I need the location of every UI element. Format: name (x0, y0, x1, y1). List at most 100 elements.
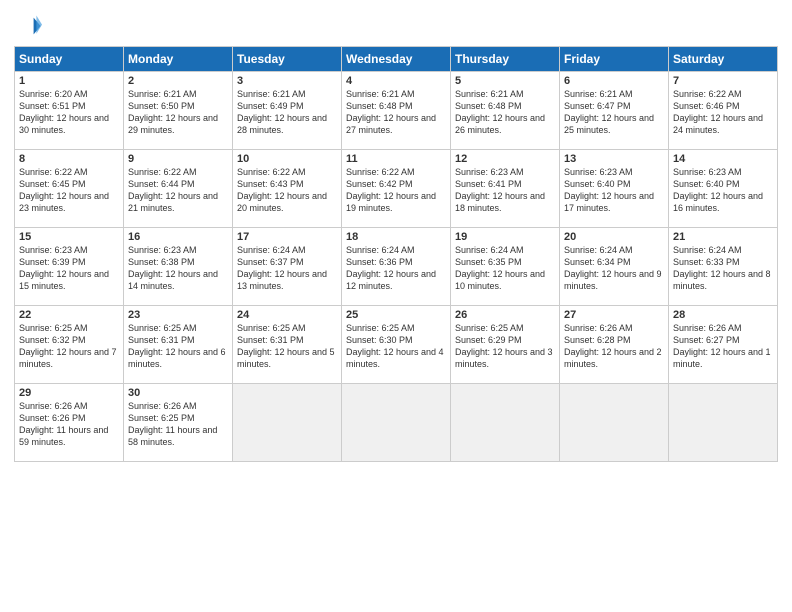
day-number: 2 (128, 75, 228, 87)
calendar-week-1: 1Sunrise: 6:20 AM Sunset: 6:51 PM Daylig… (15, 72, 778, 150)
day-info: Sunrise: 6:25 AM Sunset: 6:32 PM Dayligh… (19, 322, 119, 371)
calendar-week-4: 22Sunrise: 6:25 AM Sunset: 6:32 PM Dayli… (15, 306, 778, 384)
calendar-header-saturday: Saturday (669, 47, 778, 72)
day-info: Sunrise: 6:25 AM Sunset: 6:29 PM Dayligh… (455, 322, 555, 371)
calendar-day: 18Sunrise: 6:24 AM Sunset: 6:36 PM Dayli… (342, 228, 451, 306)
calendar-day: 16Sunrise: 6:23 AM Sunset: 6:38 PM Dayli… (124, 228, 233, 306)
calendar-day: 29Sunrise: 6:26 AM Sunset: 6:26 PM Dayli… (15, 384, 124, 462)
calendar-day: 5Sunrise: 6:21 AM Sunset: 6:48 PM Daylig… (451, 72, 560, 150)
day-number: 21 (673, 231, 773, 243)
day-info: Sunrise: 6:24 AM Sunset: 6:33 PM Dayligh… (673, 244, 773, 293)
calendar-day: 10Sunrise: 6:22 AM Sunset: 6:43 PM Dayli… (233, 150, 342, 228)
calendar-header-sunday: Sunday (15, 47, 124, 72)
day-number: 9 (128, 153, 228, 165)
day-number: 16 (128, 231, 228, 243)
day-number: 10 (237, 153, 337, 165)
day-info: Sunrise: 6:26 AM Sunset: 6:26 PM Dayligh… (19, 400, 119, 449)
calendar-day: 6Sunrise: 6:21 AM Sunset: 6:47 PM Daylig… (560, 72, 669, 150)
calendar-day: 17Sunrise: 6:24 AM Sunset: 6:37 PM Dayli… (233, 228, 342, 306)
calendar-day: 4Sunrise: 6:21 AM Sunset: 6:48 PM Daylig… (342, 72, 451, 150)
day-number: 6 (564, 75, 664, 87)
calendar-day: 30Sunrise: 6:26 AM Sunset: 6:25 PM Dayli… (124, 384, 233, 462)
calendar-day: 26Sunrise: 6:25 AM Sunset: 6:29 PM Dayli… (451, 306, 560, 384)
day-info: Sunrise: 6:22 AM Sunset: 6:42 PM Dayligh… (346, 166, 446, 215)
day-number: 13 (564, 153, 664, 165)
day-number: 18 (346, 231, 446, 243)
calendar-day (451, 384, 560, 462)
day-info: Sunrise: 6:26 AM Sunset: 6:25 PM Dayligh… (128, 400, 228, 449)
day-number: 4 (346, 75, 446, 87)
calendar-day: 14Sunrise: 6:23 AM Sunset: 6:40 PM Dayli… (669, 150, 778, 228)
calendar-week-3: 15Sunrise: 6:23 AM Sunset: 6:39 PM Dayli… (15, 228, 778, 306)
day-number: 12 (455, 153, 555, 165)
day-info: Sunrise: 6:23 AM Sunset: 6:38 PM Dayligh… (128, 244, 228, 293)
day-info: Sunrise: 6:24 AM Sunset: 6:35 PM Dayligh… (455, 244, 555, 293)
day-number: 27 (564, 309, 664, 321)
calendar-day: 22Sunrise: 6:25 AM Sunset: 6:32 PM Dayli… (15, 306, 124, 384)
day-info: Sunrise: 6:26 AM Sunset: 6:28 PM Dayligh… (564, 322, 664, 371)
day-info: Sunrise: 6:25 AM Sunset: 6:31 PM Dayligh… (237, 322, 337, 371)
calendar-day: 11Sunrise: 6:22 AM Sunset: 6:42 PM Dayli… (342, 150, 451, 228)
day-number: 28 (673, 309, 773, 321)
day-number: 23 (128, 309, 228, 321)
calendar-header-wednesday: Wednesday (342, 47, 451, 72)
calendar-day (342, 384, 451, 462)
day-number: 24 (237, 309, 337, 321)
calendar-header-thursday: Thursday (451, 47, 560, 72)
calendar-day: 27Sunrise: 6:26 AM Sunset: 6:28 PM Dayli… (560, 306, 669, 384)
day-number: 19 (455, 231, 555, 243)
calendar-day: 23Sunrise: 6:25 AM Sunset: 6:31 PM Dayli… (124, 306, 233, 384)
day-info: Sunrise: 6:23 AM Sunset: 6:41 PM Dayligh… (455, 166, 555, 215)
calendar-day (233, 384, 342, 462)
calendar-day: 13Sunrise: 6:23 AM Sunset: 6:40 PM Dayli… (560, 150, 669, 228)
calendar-day: 2Sunrise: 6:21 AM Sunset: 6:50 PM Daylig… (124, 72, 233, 150)
calendar-day: 19Sunrise: 6:24 AM Sunset: 6:35 PM Dayli… (451, 228, 560, 306)
calendar-day: 15Sunrise: 6:23 AM Sunset: 6:39 PM Dayli… (15, 228, 124, 306)
day-number: 22 (19, 309, 119, 321)
day-number: 1 (19, 75, 119, 87)
logo (14, 12, 46, 40)
day-number: 15 (19, 231, 119, 243)
day-number: 26 (455, 309, 555, 321)
day-info: Sunrise: 6:23 AM Sunset: 6:39 PM Dayligh… (19, 244, 119, 293)
calendar-day (560, 384, 669, 462)
calendar-day: 9Sunrise: 6:22 AM Sunset: 6:44 PM Daylig… (124, 150, 233, 228)
calendar-day: 20Sunrise: 6:24 AM Sunset: 6:34 PM Dayli… (560, 228, 669, 306)
day-number: 25 (346, 309, 446, 321)
main-container: SundayMondayTuesdayWednesdayThursdayFrid… (0, 0, 792, 612)
calendar-table: SundayMondayTuesdayWednesdayThursdayFrid… (14, 46, 778, 462)
day-number: 5 (455, 75, 555, 87)
calendar-day: 25Sunrise: 6:25 AM Sunset: 6:30 PM Dayli… (342, 306, 451, 384)
calendar-week-5: 29Sunrise: 6:26 AM Sunset: 6:26 PM Dayli… (15, 384, 778, 462)
day-info: Sunrise: 6:23 AM Sunset: 6:40 PM Dayligh… (564, 166, 664, 215)
day-number: 8 (19, 153, 119, 165)
day-info: Sunrise: 6:22 AM Sunset: 6:44 PM Dayligh… (128, 166, 228, 215)
day-info: Sunrise: 6:21 AM Sunset: 6:50 PM Dayligh… (128, 88, 228, 137)
day-info: Sunrise: 6:20 AM Sunset: 6:51 PM Dayligh… (19, 88, 119, 137)
day-info: Sunrise: 6:25 AM Sunset: 6:31 PM Dayligh… (128, 322, 228, 371)
day-info: Sunrise: 6:24 AM Sunset: 6:36 PM Dayligh… (346, 244, 446, 293)
day-info: Sunrise: 6:24 AM Sunset: 6:34 PM Dayligh… (564, 244, 664, 293)
header (14, 12, 778, 40)
day-number: 29 (19, 387, 119, 399)
day-info: Sunrise: 6:24 AM Sunset: 6:37 PM Dayligh… (237, 244, 337, 293)
calendar-day: 21Sunrise: 6:24 AM Sunset: 6:33 PM Dayli… (669, 228, 778, 306)
calendar-week-2: 8Sunrise: 6:22 AM Sunset: 6:45 PM Daylig… (15, 150, 778, 228)
calendar-day: 28Sunrise: 6:26 AM Sunset: 6:27 PM Dayli… (669, 306, 778, 384)
day-info: Sunrise: 6:22 AM Sunset: 6:43 PM Dayligh… (237, 166, 337, 215)
day-number: 30 (128, 387, 228, 399)
day-info: Sunrise: 6:22 AM Sunset: 6:45 PM Dayligh… (19, 166, 119, 215)
day-number: 17 (237, 231, 337, 243)
day-info: Sunrise: 6:21 AM Sunset: 6:48 PM Dayligh… (346, 88, 446, 137)
calendar-day: 12Sunrise: 6:23 AM Sunset: 6:41 PM Dayli… (451, 150, 560, 228)
calendar-header-friday: Friday (560, 47, 669, 72)
day-number: 20 (564, 231, 664, 243)
calendar-day: 3Sunrise: 6:21 AM Sunset: 6:49 PM Daylig… (233, 72, 342, 150)
calendar-day: 24Sunrise: 6:25 AM Sunset: 6:31 PM Dayli… (233, 306, 342, 384)
day-info: Sunrise: 6:21 AM Sunset: 6:47 PM Dayligh… (564, 88, 664, 137)
day-info: Sunrise: 6:21 AM Sunset: 6:48 PM Dayligh… (455, 88, 555, 137)
day-info: Sunrise: 6:25 AM Sunset: 6:30 PM Dayligh… (346, 322, 446, 371)
calendar-day (669, 384, 778, 462)
calendar-header-tuesday: Tuesday (233, 47, 342, 72)
day-info: Sunrise: 6:22 AM Sunset: 6:46 PM Dayligh… (673, 88, 773, 137)
